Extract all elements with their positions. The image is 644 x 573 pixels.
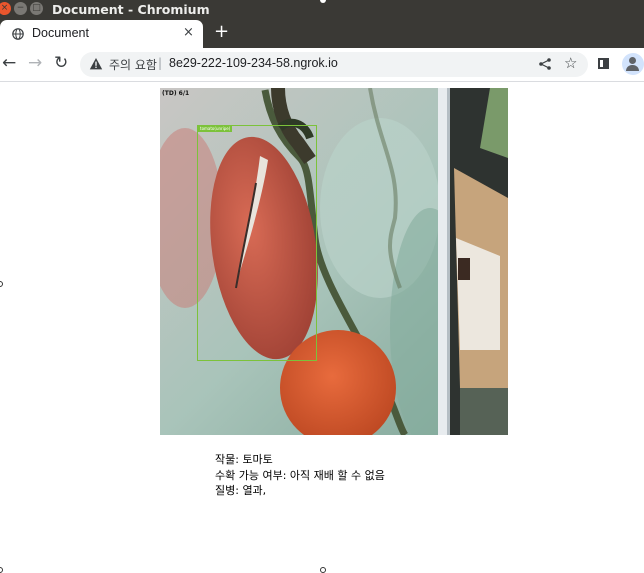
profile-avatar-body xyxy=(626,65,639,71)
address-bar[interactable]: 주의 요함 | 8e29-222-109-234-58.ngrok.io ☆ xyxy=(80,52,588,77)
browser-toolbar: ← → ↻ 주의 요함 | 8e29-222-109-234-58.ngrok.… xyxy=(0,48,644,82)
url-text[interactable]: 8e29-222-109-234-58.ngrok.io xyxy=(169,56,338,70)
detection-class-label: tomato(unripe) xyxy=(198,126,233,132)
tab-close-icon[interactable]: × xyxy=(183,25,194,40)
warning-icon[interactable] xyxy=(89,57,103,71)
security-status-label[interactable]: 주의 요함 xyxy=(109,56,157,73)
detection-result-text: 작물: 토마토 수확 가능 여부: 아직 재배 할 수 없음 질병: 열과, xyxy=(215,452,385,499)
reload-button[interactable]: ↻ xyxy=(54,53,68,73)
crop-result: 작물: 토마토 xyxy=(215,453,273,466)
forward-button[interactable]: → xyxy=(28,53,42,73)
disease-result: 질병: 열과, xyxy=(215,484,267,497)
side-panel-icon[interactable] xyxy=(598,58,609,69)
bottom-left-resize-handle[interactable] xyxy=(0,567,3,573)
profile-avatar-head xyxy=(629,57,636,64)
back-button[interactable]: ← xyxy=(2,53,16,73)
detection-bounding-box: tomato(unripe) xyxy=(197,125,317,361)
page-content: (TD) 6/1 tomato(unripe) 작물: 토마토 수확 가능 여부… xyxy=(0,82,644,573)
tab-strip: Document × + xyxy=(0,19,644,48)
window-title: Document - Chromium xyxy=(52,2,210,17)
tab-title: Document xyxy=(32,26,89,40)
share-icon[interactable] xyxy=(538,57,552,71)
globe-icon xyxy=(12,28,24,40)
profile-avatar[interactable] xyxy=(622,53,644,75)
harvest-result: 수확 가능 여부: 아직 재배 할 수 없음 xyxy=(215,468,385,482)
window-close-button[interactable]: × xyxy=(0,2,11,15)
address-separator: | xyxy=(158,56,163,70)
bookmark-star-icon[interactable]: ☆ xyxy=(564,54,577,72)
resize-handle[interactable] xyxy=(320,0,326,3)
tab-document[interactable]: Document × xyxy=(0,20,203,48)
window-titlebar: × − □ Document - Chromium xyxy=(0,0,644,19)
left-resize-handle[interactable] xyxy=(0,281,3,287)
detection-result-image: (TD) 6/1 tomato(unripe) xyxy=(160,88,508,435)
window-minimize-button[interactable]: − xyxy=(14,2,27,15)
window-maximize-button[interactable]: □ xyxy=(30,2,43,15)
bottom-resize-handle[interactable] xyxy=(320,567,326,573)
image-corner-label: (TD) 6/1 xyxy=(162,90,190,97)
new-tab-button[interactable]: + xyxy=(214,21,229,42)
